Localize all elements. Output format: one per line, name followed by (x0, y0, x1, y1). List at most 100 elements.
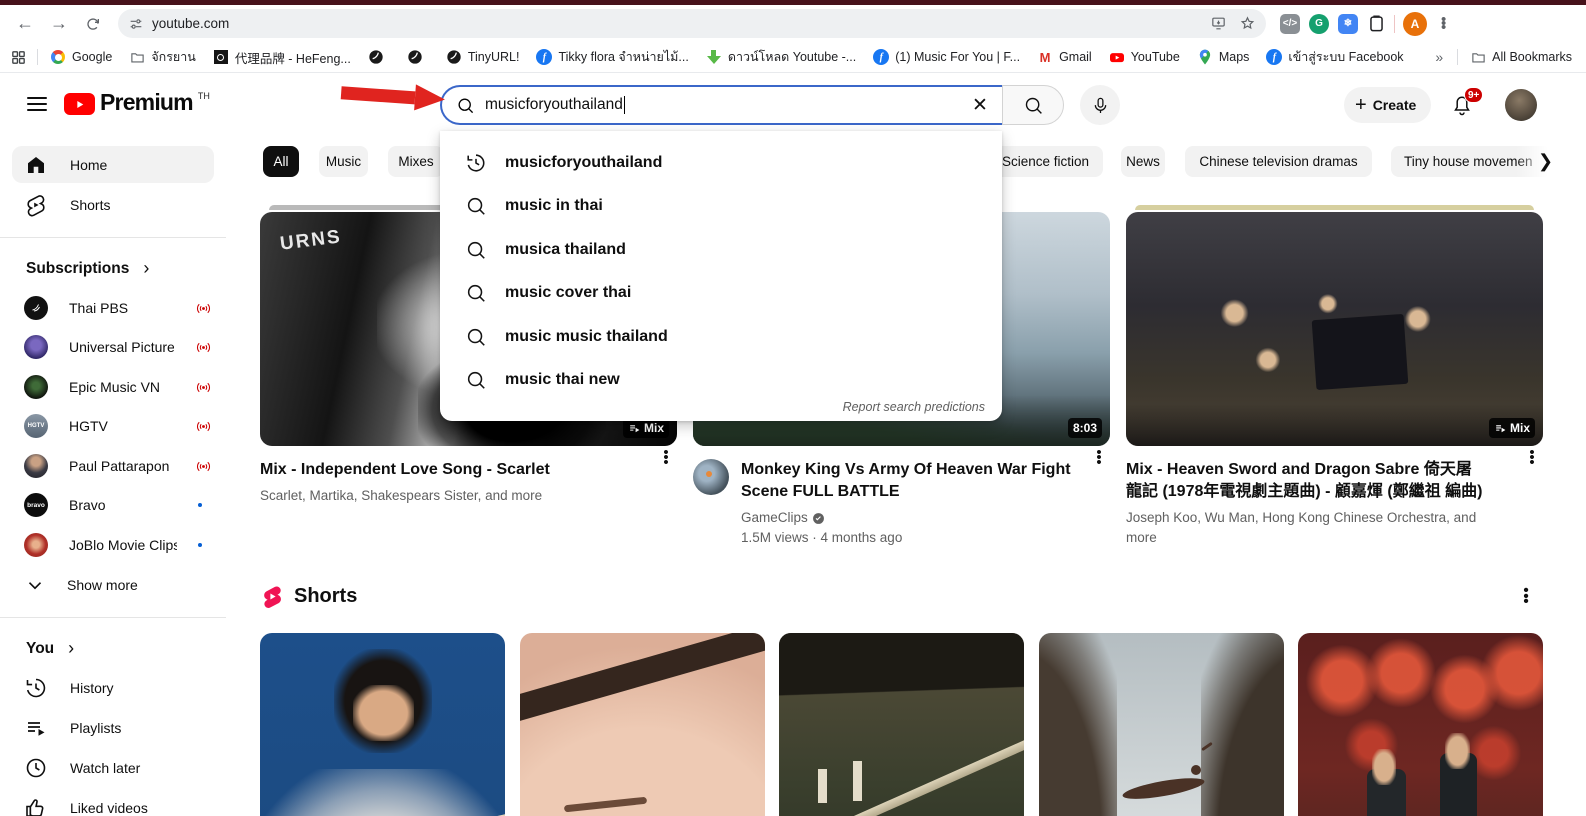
playlist-play-icon (628, 422, 641, 435)
report-search-predictions-link[interactable]: Report search predictions (843, 400, 985, 414)
subscription-paul-pattarapon[interactable]: Paul Pattarapon ... (12, 447, 220, 485)
channel-avatar[interactable] (693, 459, 729, 495)
video-channel[interactable]: GameClips (741, 508, 1071, 528)
create-button[interactable]: + Create (1344, 87, 1431, 123)
bookmark-maps[interactable]: Maps (1197, 49, 1250, 65)
bookmark-globe-2[interactable] (407, 49, 429, 65)
search-input[interactable]: musicforyouthailand ✕ (440, 85, 1002, 125)
suggestion-row[interactable]: music thai new (440, 359, 1002, 403)
live-icon (195, 379, 212, 396)
suggestion-row[interactable]: music music thailand (440, 315, 1002, 359)
suggestion-row[interactable]: musica thailand (440, 228, 1002, 272)
shorts-card-5[interactable] (1298, 633, 1543, 816)
voice-search-button[interactable] (1080, 85, 1120, 125)
video-menu-button[interactable]: ••• (657, 450, 675, 465)
annotation-arrow-body (341, 86, 416, 104)
subscription-bravo[interactable]: bravo Bravo (12, 486, 220, 524)
bookmark-hefeng[interactable]: 代理品牌 - HeFeng... (213, 48, 351, 67)
subscription-hgtv[interactable]: HGTV HGTV (12, 407, 220, 445)
bookmark-gmail[interactable]: M Gmail (1037, 49, 1092, 65)
video-subtitle[interactable]: Joseph Koo, Wu Man, Hong Kong Chinese Or… (1126, 508, 1504, 548)
bookmark-folder[interactable]: จักรยาน (129, 47, 196, 67)
suggestion-row[interactable]: musicforyouthailand (440, 141, 1002, 185)
grammarly-extension-icon[interactable]: G (1309, 14, 1329, 34)
guide-menu-button[interactable] (27, 94, 47, 114)
video-menu-button[interactable]: ••• (1090, 450, 1108, 465)
shorts-card-1[interactable] (260, 633, 505, 816)
extensions-icon[interactable] (1367, 14, 1386, 33)
chevron-down-icon (24, 574, 46, 596)
bookmark-music-for-you[interactable]: f (1) Music For You | F... (873, 49, 1020, 65)
google-icon (50, 49, 66, 65)
video-title[interactable]: Mix - Heaven Sword and Dragon Sabre 倚天屠龍… (1126, 459, 1486, 503)
sidebar-item-watch-later[interactable]: Watch later (12, 749, 214, 786)
search-button[interactable] (1002, 85, 1064, 125)
subscription-joblo[interactable]: JoBlo Movie Clips (12, 526, 220, 564)
account-avatar[interactable] (1505, 89, 1537, 121)
chip-mixes[interactable]: Mixes (388, 146, 444, 177)
back-button[interactable]: ← (8, 9, 42, 39)
chip-music[interactable]: Music (319, 146, 368, 177)
show-more-button[interactable]: Show more (12, 566, 220, 604)
shorts-card-4[interactable] (1039, 633, 1284, 816)
facebook-icon: f (536, 49, 552, 65)
bookmark-facebook-login[interactable]: f เข้าสู่ระบบ Facebook (1266, 47, 1403, 67)
shorts-card-2[interactable] (520, 633, 765, 816)
shorts-art-roof (779, 633, 1024, 737)
chip-science-fiction[interactable]: Science fiction (985, 146, 1103, 177)
search-icon (1023, 95, 1044, 116)
channel-avatar (24, 335, 48, 359)
install-icon[interactable] (1210, 15, 1227, 32)
chip-news[interactable]: News (1121, 146, 1165, 177)
all-bookmarks-button[interactable]: All Bookmarks (1470, 49, 1572, 65)
forward-button[interactable]: → (42, 9, 76, 39)
bookmark-globe-1[interactable] (368, 49, 390, 65)
subscriptions-header[interactable]: Subscriptions › (26, 258, 149, 279)
sidebar-item-home[interactable]: Home (12, 146, 214, 183)
clear-search-button[interactable]: ✕ (966, 91, 994, 119)
video-subtitle[interactable]: Scarlet, Martika, Shakespears Sister, an… (260, 486, 550, 506)
bookmark-youtube-downloader[interactable]: ดาวน์โหลด Youtube -... (706, 47, 856, 67)
bookmark-tikky-flora[interactable]: f Tikky flora จำหน่ายไม้... (536, 47, 688, 67)
youtube-premium-logo[interactable]: Premium TH (64, 89, 210, 116)
notifications-button[interactable]: 9+ (1450, 92, 1486, 122)
chips-scroll-next-button[interactable]: ❯ (1530, 146, 1561, 177)
shorts-art-braid (520, 633, 765, 726)
sidebar-item-history[interactable]: History (12, 669, 214, 706)
video-title[interactable]: Monkey King Vs Army Of Heaven War Fight … (741, 459, 1071, 503)
shorts-menu-button[interactable]: ••• (1516, 588, 1536, 605)
subscription-epic-music-vn[interactable]: Epic Music VN (12, 368, 220, 406)
chevron-right-icon: › (143, 258, 149, 279)
video-card-3[interactable]: Mix Mix - Heaven Sword and Dragon Sabre … (1126, 205, 1543, 548)
suggestion-row[interactable]: music in thai (440, 185, 1002, 229)
chip-all[interactable]: All (263, 146, 299, 177)
snowflake-extension-icon[interactable]: ❄ (1338, 14, 1358, 34)
apps-grid-icon[interactable] (10, 49, 27, 66)
shorts-art-banner (818, 769, 827, 803)
live-icon (195, 418, 212, 435)
url-bar[interactable]: youtube.com (118, 9, 1266, 38)
subscription-thai-pbs[interactable]: Thai PBS (12, 289, 220, 327)
browser-profile-avatar[interactable]: A (1403, 12, 1427, 36)
sidebar-item-liked-videos[interactable]: Liked videos (12, 789, 214, 816)
video-thumbnail[interactable]: Mix (1126, 212, 1543, 446)
site-info-icon[interactable] (128, 16, 144, 32)
bookmarks-overflow-chevron[interactable]: » (1435, 49, 1443, 65)
suggestion-row[interactable]: music cover thai (440, 272, 1002, 316)
video-menu-button[interactable]: ••• (1523, 450, 1541, 465)
chip-chinese-tv-dramas[interactable]: Chinese television dramas (1185, 146, 1372, 177)
subscription-universal[interactable]: Universal Picture... (12, 328, 220, 366)
playlist-play-icon (1494, 422, 1507, 435)
browser-menu-button[interactable]: ••• (1441, 18, 1446, 30)
sidebar-item-playlists[interactable]: Playlists (12, 709, 214, 746)
code-extension-icon[interactable]: </> (1280, 14, 1300, 34)
you-header[interactable]: You › (26, 638, 74, 659)
shorts-card-3[interactable] (779, 633, 1024, 816)
bookmark-tinyurl[interactable]: TinyURL! (446, 49, 520, 65)
bookmark-star-icon[interactable] (1239, 15, 1256, 32)
reload-button[interactable] (76, 9, 110, 39)
bookmark-youtube[interactable]: YouTube (1109, 49, 1180, 65)
bookmark-google[interactable]: Google (50, 49, 112, 65)
sidebar-item-shorts[interactable]: Shorts (12, 186, 214, 223)
video-title[interactable]: Mix - Independent Love Song - Scarlet (260, 459, 550, 481)
